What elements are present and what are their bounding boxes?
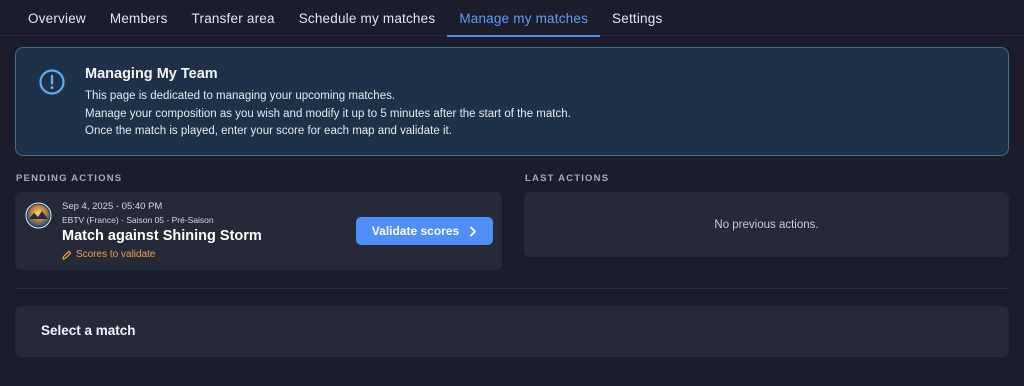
match-title: Match against Shining Storm (62, 228, 262, 244)
validate-scores-button[interactable]: Validate scores (356, 217, 493, 245)
tab-manage-my-matches[interactable]: Manage my matches (447, 0, 600, 37)
banner-line: Manage your composition as you wish and … (85, 108, 571, 120)
tab-overview[interactable]: Overview (0, 0, 98, 36)
last-actions-empty: No previous actions. (714, 218, 819, 231)
tab-transfer-area[interactable]: Transfer area (180, 0, 287, 36)
tab-bar: Overview Members Transfer area Schedule … (0, 0, 1024, 37)
divider (15, 288, 1009, 289)
banner-title: Managing My Team (85, 66, 218, 82)
chevron-right-icon (470, 226, 477, 236)
match-status: Scores to validate (62, 249, 156, 260)
pending-match-card[interactable]: Sep 4, 2025 - 05:40 PM EBTV (France) - S… (15, 192, 502, 270)
tab-schedule-my-matches[interactable]: Schedule my matches (287, 0, 448, 36)
pencil-icon (62, 250, 72, 260)
last-actions-card: No previous actions. (524, 192, 1009, 257)
banner-line: This page is dedicated to managing your … (85, 90, 396, 102)
info-icon (39, 69, 65, 95)
info-banner: Managing My Team This page is dedicated … (15, 47, 1009, 156)
banner-line: Once the match is played, enter your sco… (85, 125, 452, 137)
pending-actions-header: PENDING ACTIONS (16, 173, 123, 184)
match-competition: EBTV (France) - Saison 05 - Pré-Saison (62, 215, 214, 225)
last-actions-header: LAST ACTIONS (525, 173, 610, 184)
select-match-label: Select a match (41, 323, 136, 338)
tab-settings[interactable]: Settings (600, 0, 674, 36)
select-match-panel: Select a match (15, 306, 1009, 357)
match-status-label: Scores to validate (76, 249, 156, 260)
match-date: Sep 4, 2025 - 05:40 PM (62, 201, 163, 212)
validate-scores-label: Validate scores (371, 224, 460, 238)
tab-members[interactable]: Members (98, 0, 180, 36)
team-logo (25, 202, 52, 229)
